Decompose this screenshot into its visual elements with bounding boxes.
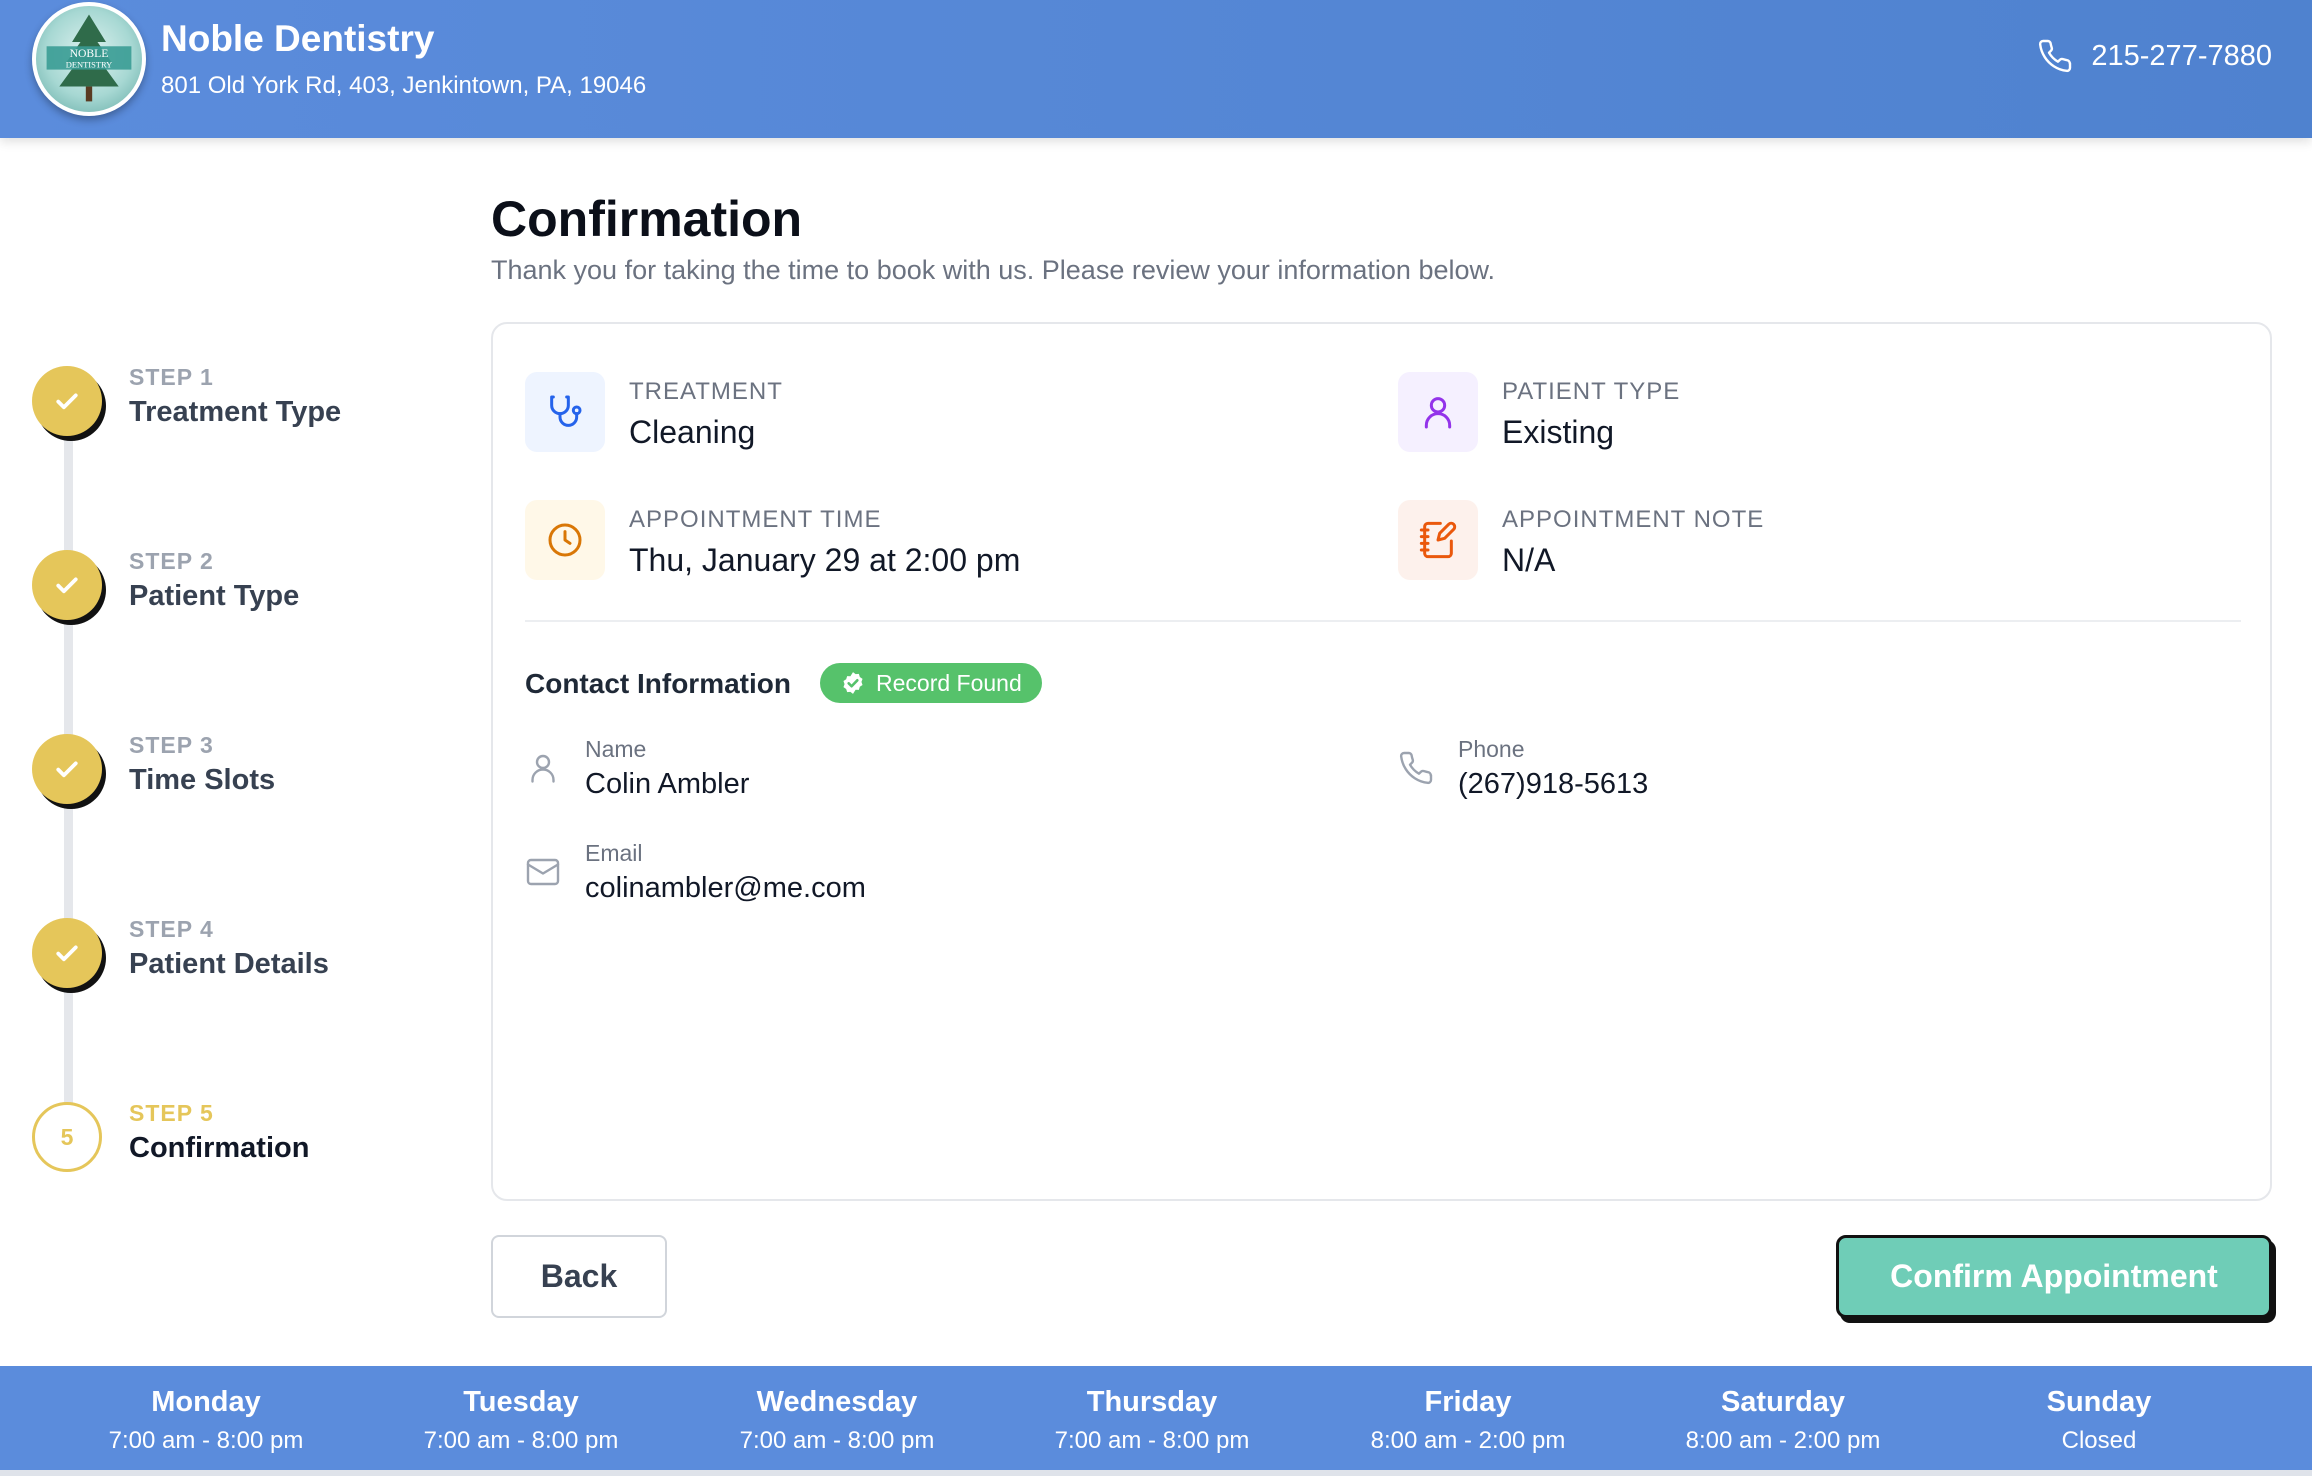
mail-icon bbox=[526, 858, 560, 886]
hours-thursday: Thursday 7:00 am - 8:00 pm bbox=[1002, 1386, 1302, 1455]
header-phone-link[interactable]: 215-277-7880 bbox=[2037, 38, 2272, 74]
logo-text-noble: NOBLE bbox=[70, 47, 109, 60]
section-divider bbox=[525, 620, 2241, 622]
appointment-time-icon-box bbox=[525, 500, 605, 580]
confirm-appointment-button[interactable]: Confirm Appointment bbox=[1836, 1235, 2272, 1318]
practice-name: Noble Dentistry bbox=[161, 18, 435, 59]
site-header: NOBLE DENTISTRY Noble Dentistry 801 Old … bbox=[0, 0, 2312, 138]
step-complete-indicator bbox=[32, 734, 102, 804]
patient-type-value: Existing bbox=[1502, 414, 1615, 450]
step-treatment-type[interactable]: STEP 1 Treatment Type bbox=[32, 362, 412, 452]
hours-friday: Friday 8:00 am - 2:00 pm bbox=[1318, 1386, 1618, 1455]
office-hours-bar: Monday 7:00 am - 8:00 pm Tuesday 7:00 am… bbox=[0, 1366, 2312, 1476]
day-hours: 8:00 am - 2:00 pm bbox=[1370, 1427, 1566, 1454]
patient-type-label: PATIENT TYPE bbox=[1502, 378, 1681, 405]
phone-value: (267)918-5613 bbox=[1458, 768, 1649, 800]
back-button[interactable]: Back bbox=[491, 1235, 667, 1318]
day-name: Sunday bbox=[2046, 1386, 2152, 1418]
phone-label: Phone bbox=[1458, 736, 1525, 762]
step-current-indicator: 5 bbox=[32, 1102, 102, 1172]
record-found-text: Record Found bbox=[876, 669, 1022, 696]
contact-information-heading: Contact Information bbox=[525, 668, 791, 699]
phone-outline-icon bbox=[1399, 751, 1433, 785]
check-icon bbox=[56, 577, 78, 594]
step-complete-indicator bbox=[32, 918, 102, 988]
tree-logo-icon: NOBLE DENTISTRY bbox=[46, 14, 132, 102]
confirmation-summary-card: TREATMENT Cleaning PATIENT TYPE Existing… bbox=[491, 322, 2272, 1201]
clock-icon bbox=[548, 523, 582, 557]
name-value: Colin Ambler bbox=[585, 768, 750, 800]
email-value: colinambler@me.com bbox=[585, 872, 866, 904]
day-name: Thursday bbox=[1086, 1386, 1218, 1418]
practice-logo[interactable]: NOBLE DENTISTRY bbox=[32, 2, 146, 116]
treatment-value: Cleaning bbox=[629, 414, 756, 450]
appointment-time-value: Thu, January 29 at 2:00 pm bbox=[629, 542, 1021, 578]
check-icon bbox=[56, 393, 78, 410]
page-subtitle: Thank you for taking the time to book wi… bbox=[491, 255, 1496, 285]
page-title: Confirmation bbox=[491, 191, 803, 247]
header-phone-number: 215-277-7880 bbox=[2091, 39, 2272, 72]
hours-tuesday: Tuesday 7:00 am - 8:00 pm bbox=[371, 1386, 671, 1455]
check-icon bbox=[56, 761, 78, 778]
step-title: Time Slots bbox=[129, 764, 276, 796]
day-hours: 7:00 am - 8:00 pm bbox=[423, 1427, 619, 1454]
treatment-label: TREATMENT bbox=[629, 378, 783, 405]
step-number: STEP 5 bbox=[129, 1100, 214, 1126]
day-hours: 7:00 am - 8:00 pm bbox=[108, 1427, 304, 1454]
logo-text-dentistry: DENTISTRY bbox=[66, 59, 113, 69]
treatment-icon-box bbox=[525, 372, 605, 452]
patient-type-icon-box bbox=[1398, 372, 1478, 452]
appointment-note-icon-box bbox=[1398, 500, 1478, 580]
step-patient-details[interactable]: STEP 4 Patient Details bbox=[32, 914, 412, 1004]
hours-saturday: Saturday 8:00 am - 2:00 pm bbox=[1633, 1386, 1933, 1455]
practice-address: 801 Old York Rd, 403, Jenkintown, PA, 19… bbox=[161, 72, 647, 99]
step-title: Treatment Type bbox=[129, 396, 342, 428]
hours-wednesday: Wednesday 7:00 am - 8:00 pm bbox=[687, 1386, 987, 1455]
hours-sunday: Sunday Closed bbox=[1949, 1386, 2249, 1455]
step-number: STEP 3 bbox=[129, 732, 214, 758]
name-label: Name bbox=[585, 736, 647, 762]
appointment-note-label: APPOINTMENT NOTE bbox=[1502, 506, 1765, 533]
step-complete-indicator bbox=[32, 366, 102, 436]
step-complete-indicator bbox=[32, 550, 102, 620]
step-number: STEP 2 bbox=[129, 548, 214, 574]
step-patient-type[interactable]: STEP 2 Patient Type bbox=[32, 546, 412, 636]
day-hours: Closed bbox=[2061, 1427, 2137, 1454]
notebook-pen-icon bbox=[1419, 521, 1457, 559]
step-number: STEP 4 bbox=[129, 916, 214, 942]
appointment-time-label: APPOINTMENT TIME bbox=[629, 506, 882, 533]
user-icon bbox=[1424, 397, 1452, 429]
phone-icon bbox=[2039, 39, 2072, 73]
email-label: Email bbox=[585, 840, 643, 866]
step-time-slots[interactable]: STEP 3 Time Slots bbox=[32, 730, 412, 820]
day-name: Saturday bbox=[1720, 1386, 1846, 1418]
stethoscope-icon bbox=[550, 395, 582, 427]
user-outline-icon bbox=[531, 754, 555, 783]
step-confirmation[interactable]: 5 STEP 5 Confirmation bbox=[32, 1098, 412, 1188]
record-found-badge: Record Found bbox=[820, 663, 1042, 703]
day-name: Friday bbox=[1424, 1386, 1512, 1418]
check-icon bbox=[56, 945, 78, 962]
step-number: STEP 1 bbox=[129, 364, 214, 390]
day-name: Wednesday bbox=[756, 1386, 918, 1418]
day-hours: 7:00 am - 8:00 pm bbox=[739, 1427, 935, 1454]
appointment-note-value: N/A bbox=[1502, 542, 1556, 578]
step-title: Patient Details bbox=[129, 948, 329, 980]
step-title: Patient Type bbox=[129, 580, 300, 612]
day-hours: 7:00 am - 8:00 pm bbox=[1054, 1427, 1250, 1454]
day-name: Monday bbox=[151, 1386, 261, 1418]
day-name: Tuesday bbox=[463, 1386, 579, 1418]
badge-check-icon bbox=[843, 672, 863, 694]
step-title: Confirmation bbox=[129, 1132, 310, 1164]
day-hours: 8:00 am - 2:00 pm bbox=[1685, 1427, 1881, 1454]
hours-monday: Monday 7:00 am - 8:00 pm bbox=[56, 1386, 356, 1455]
